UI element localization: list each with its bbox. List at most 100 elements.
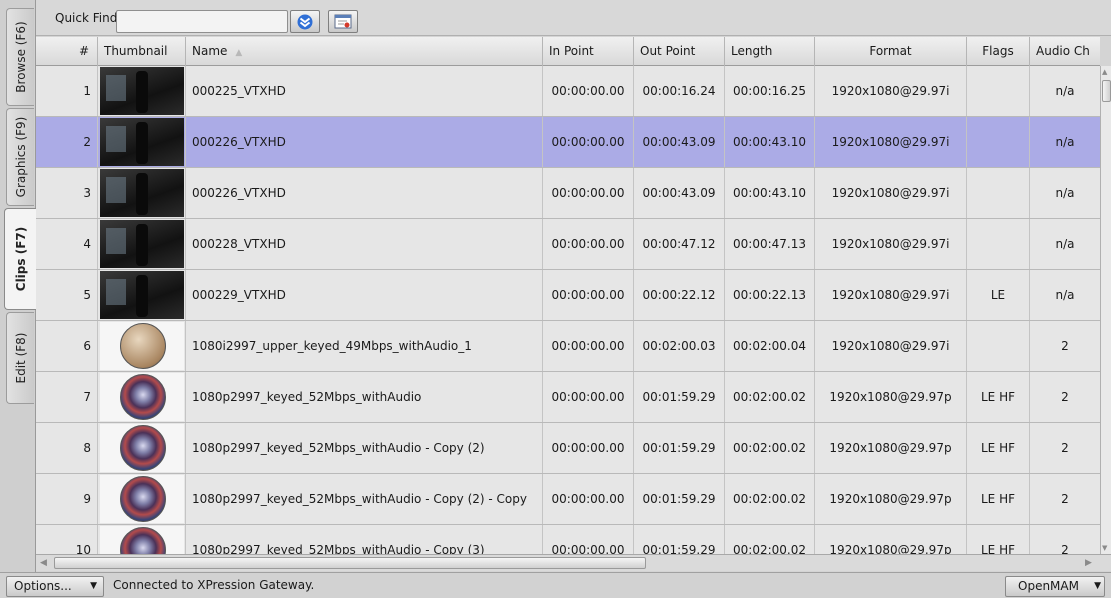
row-name: 000226_VTXHD	[186, 168, 543, 218]
tab-browse-label: Browse (F6)	[13, 21, 28, 93]
tab-graphics-label: Graphics (F9)	[13, 116, 28, 198]
openmam-button[interactable]: OpenMAM ▼	[1005, 576, 1105, 597]
column-header-format[interactable]: Format	[815, 37, 967, 66]
row-in-point: 00:00:00.00	[543, 423, 634, 473]
row-name: 1080p2997_keyed_52Mbps_withAudio - Copy …	[186, 423, 543, 473]
row-out-point: 00:00:16.24	[634, 66, 725, 116]
find-button[interactable]	[290, 10, 320, 33]
double-chevron-down-icon	[297, 14, 313, 29]
table-row[interactable]: 3 000226_VTXHD 00:00:00.00 00:00:43.09 0…	[36, 168, 1100, 219]
row-format: 1920x1080@29.97i	[815, 66, 967, 116]
row-in-point: 00:00:00.00	[543, 219, 634, 269]
row-name: 1080i2997_upper_keyed_49Mbps_withAudio_1	[186, 321, 543, 371]
row-number: 9	[36, 474, 98, 524]
row-flags	[967, 219, 1030, 269]
vertical-scrollbar[interactable]: ▲ ▼	[1100, 66, 1111, 554]
clear-filter-icon	[334, 14, 352, 29]
row-format: 1920x1080@29.97p	[815, 372, 967, 422]
row-audio-ch: 2	[1061, 492, 1069, 506]
video-thumbnail-image	[100, 67, 184, 115]
row-in-point: 00:00:00.00	[543, 372, 634, 422]
table-row[interactable]: 10 1080p2997_keyed_52Mbps_withAudio - Co…	[36, 525, 1100, 554]
column-header-length[interactable]: Length	[725, 37, 815, 66]
scroll-left-icon[interactable]: ◀	[40, 557, 52, 569]
row-in-point: 00:00:00.00	[543, 474, 634, 524]
row-number: 3	[36, 168, 98, 218]
chevron-down-icon: ▼	[90, 581, 97, 591]
clear-filter-button[interactable]	[328, 10, 358, 33]
horizontal-scroll-thumb[interactable]	[54, 557, 646, 569]
quick-find-input[interactable]	[116, 10, 288, 33]
row-out-point: 00:01:59.29	[634, 525, 725, 554]
row-audio-ch: n/a	[1055, 288, 1075, 302]
tab-edit[interactable]: Edit (F8)	[6, 312, 34, 404]
row-out-point: 00:01:59.29	[634, 474, 725, 524]
row-format: 1920x1080@29.97i	[815, 168, 967, 218]
row-number: 2	[36, 117, 98, 167]
row-length: 00:02:00.02	[725, 423, 815, 473]
row-name: 1080p2997_keyed_52Mbps_withAudio - Copy …	[186, 525, 543, 554]
vertical-tab-strip: Browse (F6) Graphics (F9) Clips (F7) Edi…	[0, 0, 36, 572]
row-audio-ch: 2	[1061, 339, 1069, 353]
row-length: 00:02:00.02	[725, 474, 815, 524]
horizontal-scrollbar[interactable]: ◀ ▶	[36, 554, 1111, 571]
row-in-point: 00:00:00.00	[543, 525, 634, 554]
row-format: 1920x1080@29.97p	[815, 525, 967, 554]
column-header-number[interactable]: #	[36, 37, 98, 66]
column-header-name[interactable]: Name ▲	[186, 37, 543, 66]
keyed-ball-image	[120, 323, 166, 369]
table-row[interactable]: 7 1080p2997_keyed_52Mbps_withAudio 00:00…	[36, 372, 1100, 423]
row-thumbnail	[98, 474, 186, 524]
column-header-audio-ch[interactable]: Audio Ch	[1030, 37, 1100, 66]
row-thumbnail	[98, 423, 186, 473]
row-audio-ch: n/a	[1055, 135, 1075, 149]
clip-thumbnail-image	[100, 373, 184, 421]
tab-graphics[interactable]: Graphics (F9)	[6, 108, 34, 206]
row-format: 1920x1080@29.97i	[815, 270, 967, 320]
table-row[interactable]: 8 1080p2997_keyed_52Mbps_withAudio - Cop…	[36, 423, 1100, 474]
row-flags	[967, 117, 1030, 167]
video-thumbnail-image	[100, 169, 184, 217]
row-flags: LE HF	[967, 525, 1030, 554]
row-number: 8	[36, 423, 98, 473]
row-number: 4	[36, 219, 98, 269]
keyed-ball-image	[120, 425, 166, 471]
row-thumbnail	[98, 525, 186, 554]
video-thumbnail-image	[100, 220, 184, 268]
row-in-point: 00:00:00.00	[543, 117, 634, 167]
column-header-flags[interactable]: Flags	[967, 37, 1030, 66]
tab-clips[interactable]: Clips (F7)	[4, 208, 36, 310]
row-length: 00:00:43.10	[725, 117, 815, 167]
row-out-point: 00:02:00.03	[634, 321, 725, 371]
row-thumbnail	[98, 219, 186, 269]
scroll-up-icon[interactable]: ▲	[1102, 68, 1107, 76]
table-row-selected[interactable]: 2 000226_VTXHD 00:00:00.00 00:00:43.09 0…	[36, 117, 1100, 168]
scroll-right-icon[interactable]: ▶	[1085, 557, 1097, 569]
table-row[interactable]: 5 000229_VTXHD 00:00:00.00 00:00:22.12 0…	[36, 270, 1100, 321]
table-row[interactable]: 9 1080p2997_keyed_52Mbps_withAudio - Cop…	[36, 474, 1100, 525]
column-header-out-point[interactable]: Out Point	[634, 37, 725, 66]
row-in-point: 00:00:00.00	[543, 66, 634, 116]
row-name: 000229_VTXHD	[186, 270, 543, 320]
column-header-in-point[interactable]: In Point	[543, 37, 634, 66]
row-thumbnail	[98, 117, 186, 167]
row-length: 00:02:00.04	[725, 321, 815, 371]
vertical-scroll-thumb[interactable]	[1102, 80, 1111, 102]
table-row[interactable]: 4 000228_VTXHD 00:00:00.00 00:00:47.12 0…	[36, 219, 1100, 270]
row-length: 00:00:22.13	[725, 270, 815, 320]
row-number: 1	[36, 66, 98, 116]
openmam-label: OpenMAM	[1018, 579, 1079, 593]
row-out-point: 00:00:47.12	[634, 219, 725, 269]
table-row[interactable]: 1 000225_VTXHD 00:00:00.00 00:00:16.24 0…	[36, 66, 1100, 117]
row-length: 00:02:00.02	[725, 372, 815, 422]
row-thumbnail	[98, 321, 186, 371]
table-row[interactable]: 6 1080i2997_upper_keyed_49Mbps_withAudio…	[36, 321, 1100, 372]
scroll-down-icon[interactable]: ▼	[1102, 544, 1107, 552]
tab-browse[interactable]: Browse (F6)	[6, 8, 34, 106]
row-thumbnail	[98, 168, 186, 218]
clip-thumbnail-image	[100, 475, 184, 523]
keyed-ball-image	[120, 527, 166, 554]
row-length: 00:02:00.02	[725, 525, 815, 554]
options-button[interactable]: Options... ▼	[6, 576, 104, 597]
column-header-thumbnail[interactable]: Thumbnail	[98, 37, 186, 66]
